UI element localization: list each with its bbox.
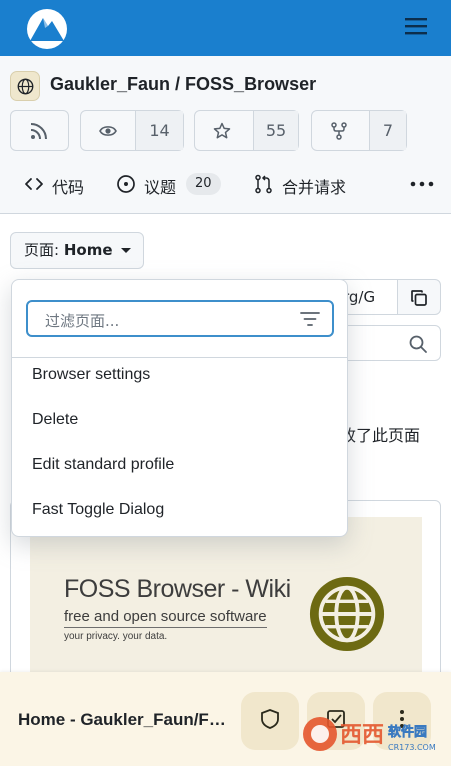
tab-issues-label: 议题: [144, 178, 177, 197]
dropdown-item-delete[interactable]: Delete: [32, 411, 78, 429]
tab-code[interactable]: 代码: [24, 172, 94, 197]
page-selector-prefix: 页面:: [24, 241, 60, 259]
code-icon: [25, 178, 43, 190]
hamburger-menu-icon[interactable]: [405, 17, 427, 35]
dropdown-item-fast-toggle-dialog[interactable]: Fast Toggle Dialog: [32, 501, 164, 519]
more-horizontal-icon[interactable]: [410, 180, 434, 188]
shield-icon: [261, 709, 279, 729]
rss-button[interactable]: [10, 110, 69, 151]
copy-url-button[interactable]: [397, 279, 441, 315]
rss-icon: [30, 123, 47, 140]
watch-count[interactable]: 14: [135, 111, 183, 150]
dropdown-item-browser-settings[interactable]: Browser settings: [32, 366, 150, 384]
wiki-banner-title: FOSS Browser - Wiki: [64, 575, 291, 603]
search-icon[interactable]: [408, 334, 428, 354]
svg-text:软件园: 软件园: [388, 724, 427, 740]
fork-icon: [331, 122, 347, 140]
globe-icon: [17, 78, 34, 95]
tab-pull-requests-label: 合并请求: [282, 178, 347, 197]
dropdown-item-edit-standard-profile[interactable]: Edit standard profile: [32, 456, 174, 474]
tab-issues[interactable]: 议题 20: [116, 172, 228, 197]
mountain-logo-icon[interactable]: [26, 8, 68, 50]
app-top-bar: [0, 0, 451, 56]
repo-tabs: 代码 议题 20 合并请求: [0, 166, 451, 202]
last-edit-note: 改了此页面: [340, 426, 421, 445]
page-title: Home - Gaukler_Faun/FOSS_Browser: [18, 710, 234, 729]
repo-avatar: [10, 71, 40, 101]
wiki-banner-tagline: your privacy. your data.: [64, 631, 168, 642]
tab-code-label: 代码: [52, 178, 85, 197]
pull-request-icon: [255, 174, 272, 194]
star-count[interactable]: 55: [253, 111, 298, 150]
page-filter-dropdown: 过滤页面... Browser settings Delete Edit sta…: [11, 279, 348, 537]
wiki-banner-subtitle: free and open source software: [64, 608, 267, 628]
star-icon: [213, 122, 231, 139]
eye-icon: [99, 126, 117, 136]
page-selector-value: Home: [63, 241, 113, 259]
copy-icon: [411, 290, 427, 306]
issues-count-badge: 20: [186, 173, 221, 195]
chevron-down-icon: [120, 248, 131, 253]
svg-text:CR173.COM: CR173.COM: [388, 743, 436, 752]
fork-button[interactable]: 7: [311, 110, 407, 151]
issue-icon: [117, 175, 135, 193]
fork-count[interactable]: 7: [369, 111, 406, 150]
filter-pages-input[interactable]: 过滤页面...: [26, 300, 334, 337]
tab-pull-requests[interactable]: 合并请求: [254, 172, 364, 197]
shield-button[interactable]: [241, 692, 299, 750]
wiki-banner-image: FOSS Browser - Wiki free and open source…: [30, 517, 422, 687]
globe-icon: [309, 576, 385, 652]
svg-text:西西: 西西: [340, 723, 384, 748]
star-button[interactable]: 55: [194, 110, 299, 151]
repo-title[interactable]: Gaukler_Faun / FOSS_Browser: [50, 74, 316, 95]
page-selector-button[interactable]: 页面: Home: [10, 232, 144, 269]
dropdown-divider: [12, 357, 347, 358]
repo-header: Gaukler_Faun / FOSS_Browser 14 55 7 代码 议…: [0, 56, 451, 214]
watch-button[interactable]: 14: [80, 110, 184, 151]
filter-icon[interactable]: [300, 311, 320, 327]
watermark-logo: 西西 软件园 CR173.COM: [303, 717, 436, 752]
filter-pages-placeholder: 过滤页面...: [45, 312, 120, 330]
